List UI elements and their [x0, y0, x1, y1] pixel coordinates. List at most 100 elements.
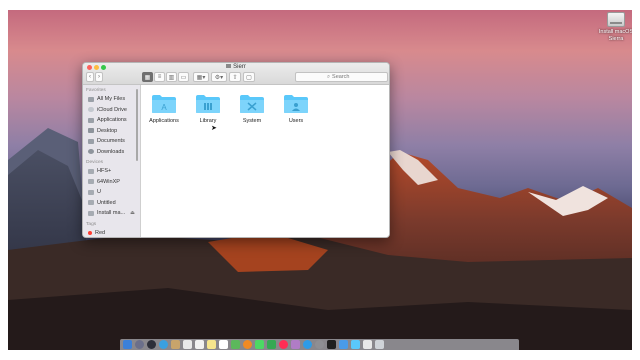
forward-button[interactable]: › — [95, 72, 103, 82]
sidebar-item-label: Red — [95, 229, 106, 236]
all-files-icon — [88, 96, 94, 102]
window-title: Sierr — [233, 64, 246, 70]
screen-frame: Install macOS Sierra Sierr ‹ › ▦ ≡ ▥ ▭ ▦… — [0, 0, 640, 360]
arrange-button[interactable]: ▦▾ — [193, 72, 209, 82]
contacts-dock-icon[interactable] — [183, 340, 192, 349]
list-view-button[interactable]: ≡ — [154, 72, 165, 82]
sidebar-item-u[interactable]: U — [83, 187, 140, 198]
photos-dock-icon[interactable] — [243, 340, 252, 349]
share-button[interactable]: ⇧ — [229, 72, 241, 82]
folder-system[interactable]: System — [230, 94, 274, 124]
sidebar-item-tag-red[interactable]: Red — [83, 228, 140, 238]
share-icon: ⇧ — [232, 74, 238, 81]
folder-label: Library — [199, 118, 217, 124]
sidebar-item-hfs[interactable]: HFS+ — [83, 166, 140, 177]
window-title-wrap: Sierr — [83, 64, 389, 70]
arrange-icon: ▦▾ — [196, 74, 206, 81]
desktop-drive[interactable]: Install macOS Sierra — [594, 12, 632, 42]
install-app-dock-icon[interactable] — [339, 340, 348, 349]
cloud-icon — [88, 107, 94, 113]
tag-icon: ▢ — [246, 74, 252, 81]
sidebar-item-label: 64WinXP — [97, 178, 120, 185]
sidebar-item-untitled[interactable]: Untitled — [83, 198, 140, 209]
disk-icon — [88, 179, 94, 185]
siri-dock-icon[interactable] — [135, 340, 144, 349]
sidebar: Favorites All My Files iCloud Drive Appl… — [83, 85, 141, 238]
eject-icon[interactable]: ⏏ — [130, 210, 135, 216]
disk-icon — [88, 189, 94, 195]
sidebar-item-label: iCloud Drive — [97, 106, 127, 113]
favorites-header: Favorites — [86, 88, 106, 93]
sidebar-item-label: All My Files — [97, 96, 126, 103]
folder-applications[interactable]: A Applications — [142, 94, 186, 124]
cover-flow-button[interactable]: ▭ — [178, 72, 189, 82]
drive-label: Install macOS Sierra — [598, 29, 632, 42]
title-bar[interactable]: Sierr ‹ › ▦ ≡ ▥ ▭ ▦▾ ⚙▾ ⇧ ▢ ⌕ — [83, 63, 389, 85]
dock — [120, 339, 519, 350]
chevron-left-icon: ‹ — [89, 74, 91, 80]
drive-title-icon — [226, 64, 232, 68]
finder-dock-icon[interactable] — [123, 340, 132, 349]
external-drive-icon — [607, 12, 625, 27]
disk-icon — [88, 168, 94, 174]
sidebar-item-downloads[interactable]: Downloads — [83, 147, 140, 158]
sidebar-item-desktop[interactable]: Desktop — [83, 126, 140, 137]
launchpad-dock-icon[interactable] — [147, 340, 156, 349]
action-button[interactable]: ⚙▾ — [211, 72, 227, 82]
reminders-dock-icon[interactable] — [219, 340, 228, 349]
sidebar-scrollbar[interactable] — [136, 89, 138, 161]
search-icon: ⌕ — [326, 73, 331, 80]
messages-dock-icon[interactable] — [255, 340, 264, 349]
folder-label: Applications — [149, 118, 179, 124]
folder-library[interactable]: Library — [186, 94, 230, 124]
search-field[interactable]: ⌕ — [295, 72, 388, 82]
maps-dock-icon[interactable] — [231, 340, 240, 349]
back-button[interactable]: ‹ — [86, 72, 94, 82]
column-view-button[interactable]: ▥ — [166, 72, 177, 82]
sidebar-item-label: U — [97, 189, 101, 196]
sidebar-item-64winxp[interactable]: 64WinXP — [83, 177, 140, 188]
folder-label: Users — [288, 118, 304, 124]
applications-icon — [88, 117, 94, 123]
sidebar-item-applications[interactable]: Applications — [83, 115, 140, 126]
sidebar-item-label: Install ma... — [97, 210, 126, 217]
toolbar: ‹ › ▦ ≡ ▥ ▭ ▦▾ ⚙▾ ⇧ ▢ ⌕ — [83, 72, 389, 84]
downloads-stack-icon[interactable] — [351, 340, 360, 349]
disk-icon — [88, 200, 94, 206]
sidebar-item-label: HFS+ — [97, 168, 112, 175]
icon-view-button[interactable]: ▦ — [142, 72, 153, 82]
app-store-dock-icon[interactable] — [303, 340, 312, 349]
ibooks-dock-icon[interactable] — [291, 340, 300, 349]
safari-dock-icon[interactable] — [159, 340, 168, 349]
system-folder-icon — [240, 95, 264, 113]
search-input[interactable] — [332, 74, 357, 80]
facetime-dock-icon[interactable] — [267, 340, 276, 349]
columns-icon: ▥ — [168, 74, 175, 81]
mail-dock-icon[interactable] — [171, 340, 180, 349]
sidebar-item-install-macos[interactable]: Install ma... ⏏ — [83, 208, 140, 219]
tags-button[interactable]: ▢ — [243, 72, 255, 82]
notes-dock-icon[interactable] — [207, 340, 216, 349]
devices-header: Devices — [86, 160, 104, 165]
cover-flow-icon: ▭ — [180, 74, 187, 81]
sidebar-item-all-my-files[interactable]: All My Files — [83, 94, 140, 105]
desktop-icon — [88, 128, 94, 134]
folder-users[interactable]: Users — [274, 94, 318, 124]
file-area[interactable]: A Applications Library System Users ➤ — [142, 85, 389, 237]
sidebar-item-label: Downloads — [97, 148, 125, 155]
sidebar-item-label: Desktop — [97, 127, 118, 134]
trash-dock-icon[interactable] — [375, 340, 384, 349]
terminal-dock-icon[interactable] — [327, 340, 336, 349]
system-preferences-dock-icon[interactable] — [315, 340, 324, 349]
users-folder-icon — [284, 95, 308, 113]
itunes-dock-icon[interactable] — [279, 340, 288, 349]
documents-icon — [88, 138, 94, 144]
red-tag-icon — [88, 230, 92, 235]
sidebar-item-documents[interactable]: Documents — [83, 136, 140, 147]
disk-icon — [88, 210, 94, 216]
sidebar-item-label: Documents — [97, 138, 125, 145]
sidebar-item-icloud-drive[interactable]: iCloud Drive — [83, 105, 140, 116]
documents-stack-icon[interactable] — [363, 340, 372, 349]
calendar-dock-icon[interactable] — [195, 340, 204, 349]
gear-icon: ⚙▾ — [214, 74, 224, 81]
